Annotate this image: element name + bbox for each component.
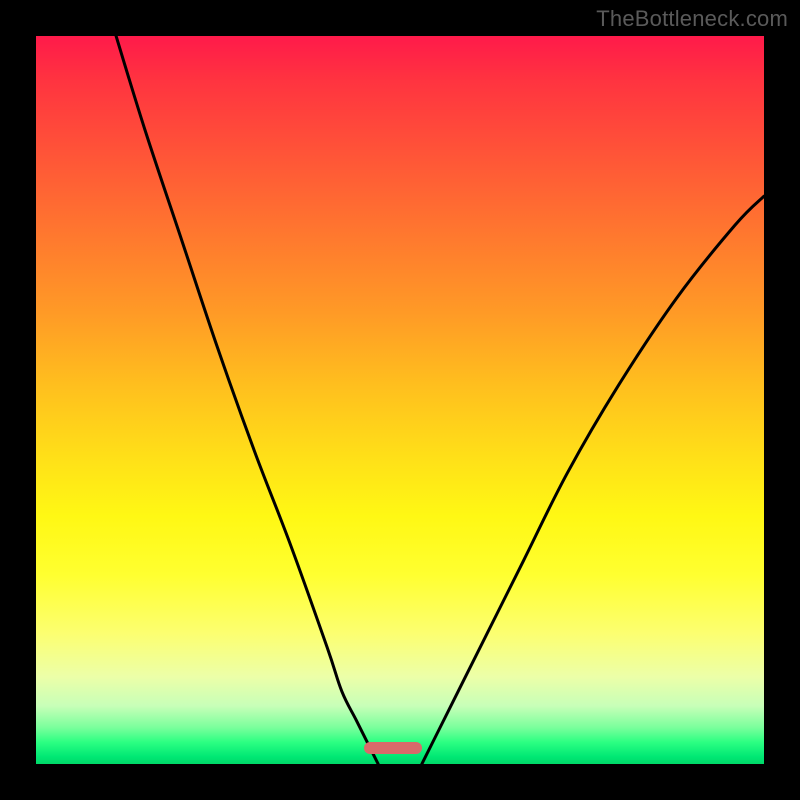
left-curve bbox=[116, 36, 378, 764]
bottleneck-marker bbox=[364, 742, 422, 754]
watermark-text: TheBottleneck.com bbox=[596, 6, 788, 32]
chart-plot-area bbox=[36, 36, 764, 764]
chart-curves bbox=[36, 36, 764, 764]
right-curve bbox=[422, 196, 764, 764]
